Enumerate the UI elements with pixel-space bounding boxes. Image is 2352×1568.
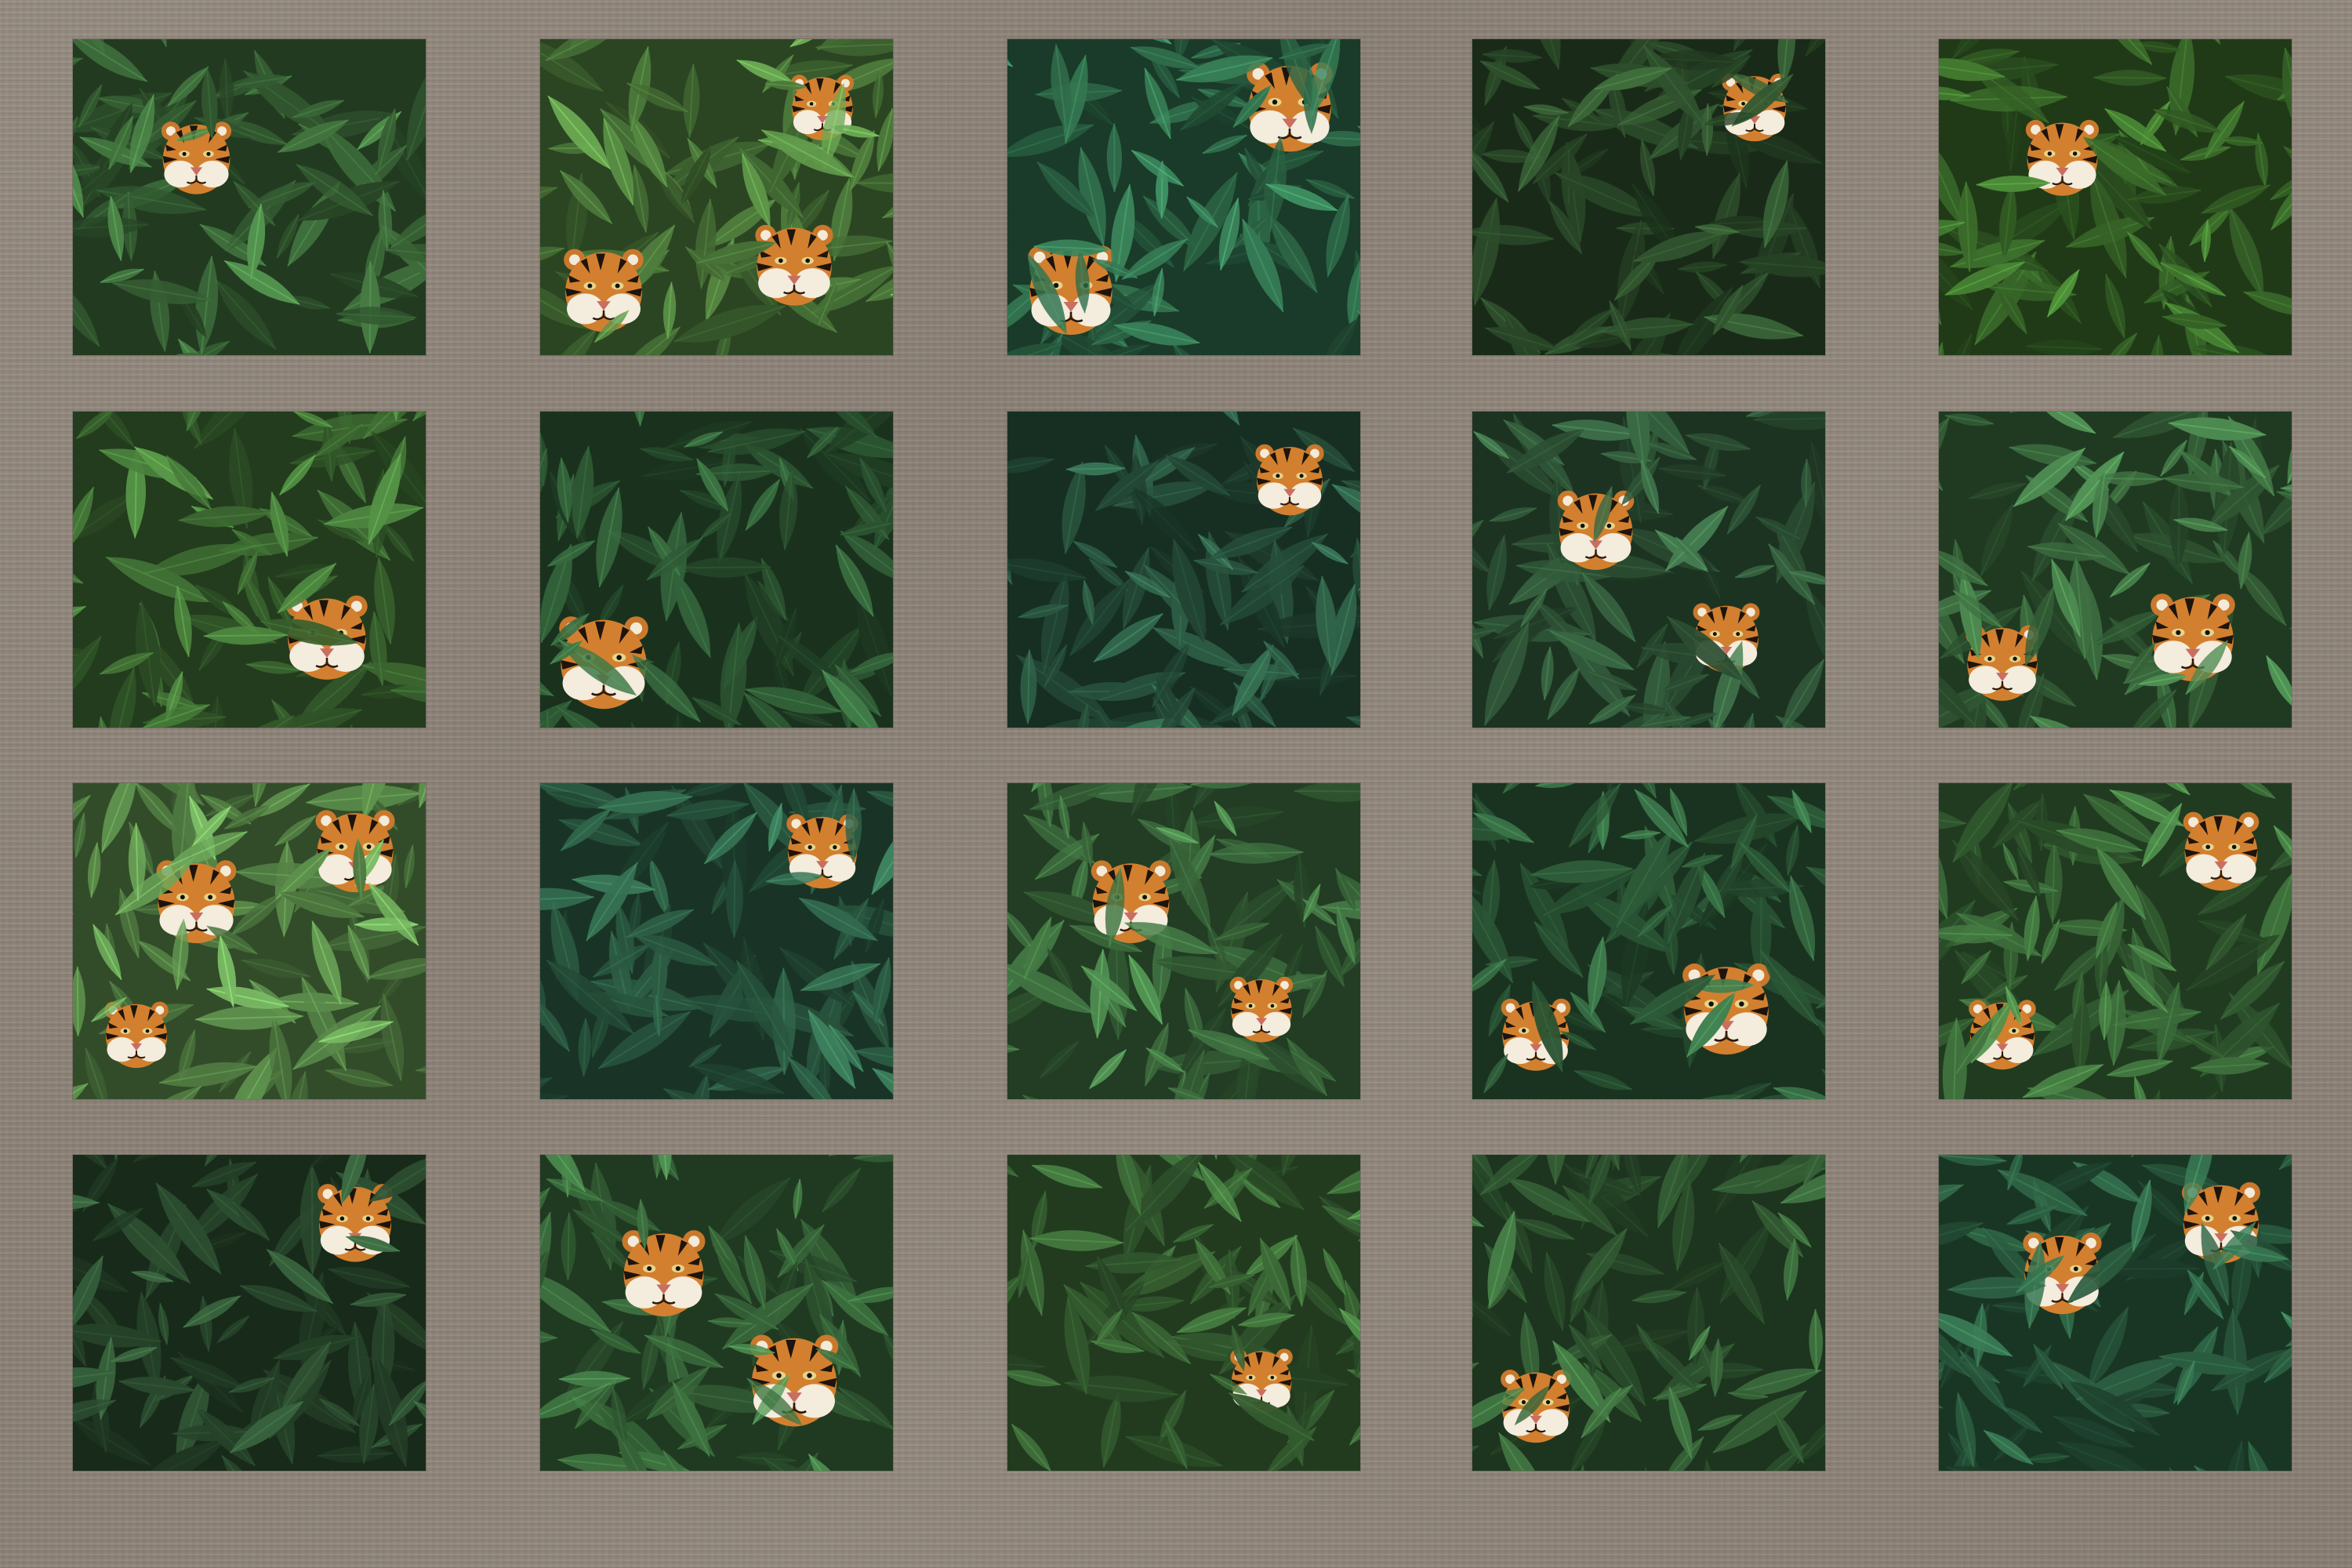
jungle-tiger-pattern-image: [73, 412, 426, 728]
tile-tigers-11: [73, 783, 426, 1099]
jungle-tiger-pattern-image: [540, 783, 893, 1099]
tile-tigers-19: [1472, 1155, 1825, 1471]
jungle-tiger-pattern-image: [1472, 783, 1825, 1099]
jungle-tiger-pattern-image: [1939, 39, 2292, 355]
tile-tigers-12: [540, 783, 893, 1099]
tile-tigers-1: [73, 39, 426, 355]
jungle-tiger-pattern-image: [73, 783, 426, 1099]
tile-tigers-17: [540, 1155, 893, 1471]
jungle-tiger-pattern-image: [540, 1155, 893, 1471]
jungle-tiger-pattern-image: [1007, 39, 1360, 355]
tile-tigers-14: [1472, 783, 1825, 1099]
tile-tigers-15: [1939, 783, 2292, 1099]
jungle-tiger-pattern-image: [540, 39, 893, 355]
tiger-face-1: [2183, 811, 2259, 891]
tile-tigers-13: [1007, 783, 1360, 1099]
tile-tigers-4: [1472, 39, 1825, 355]
tile-tigers-16: [73, 1155, 426, 1471]
jungle-tiger-pattern-image: [73, 39, 426, 355]
jungle-tiger-pattern-image: [1939, 783, 2292, 1099]
jungle-tiger-pattern-image: [1472, 1155, 1825, 1471]
tiger-face-1: [1229, 976, 1294, 1043]
jungle-tiger-pattern-image: [1939, 1155, 2292, 1471]
tile-tigers-20: [1939, 1155, 2292, 1471]
tiger-face-0: [2151, 593, 2235, 681]
jungle-tiger-pattern-image: [1007, 1155, 1360, 1471]
tiger-face-0: [755, 224, 833, 306]
jungle-tiger-pattern-image: [1007, 783, 1360, 1099]
jungle-tiger-pattern-image: [1472, 412, 1825, 728]
tile-tigers-8: [1007, 412, 1360, 728]
tile-tigers-18: [1007, 1155, 1360, 1471]
jungle-tiger-pattern-image: [540, 412, 893, 728]
tile-tigers-2: [540, 39, 893, 355]
jungle-tiger-pattern-image: [1007, 412, 1360, 728]
jungle-tiger-pattern-image: [1939, 412, 2292, 728]
tile-tigers-6: [73, 412, 426, 728]
tile-tigers-9: [1472, 412, 1825, 728]
tiger-face-1: [564, 249, 644, 332]
tiger-face-0: [104, 1001, 169, 1069]
tile-tigers-5: [1939, 39, 2292, 355]
tiger-face-0: [1255, 444, 1324, 516]
jungle-tiger-pattern-image: [73, 1155, 426, 1471]
tiger-face-0: [622, 1230, 706, 1317]
tile-tigers-7: [540, 412, 893, 728]
tile-tigers-3: [1007, 39, 1360, 355]
jungle-tiger-pattern-image: [1472, 39, 1825, 355]
tile-tigers-10: [1939, 412, 2292, 728]
